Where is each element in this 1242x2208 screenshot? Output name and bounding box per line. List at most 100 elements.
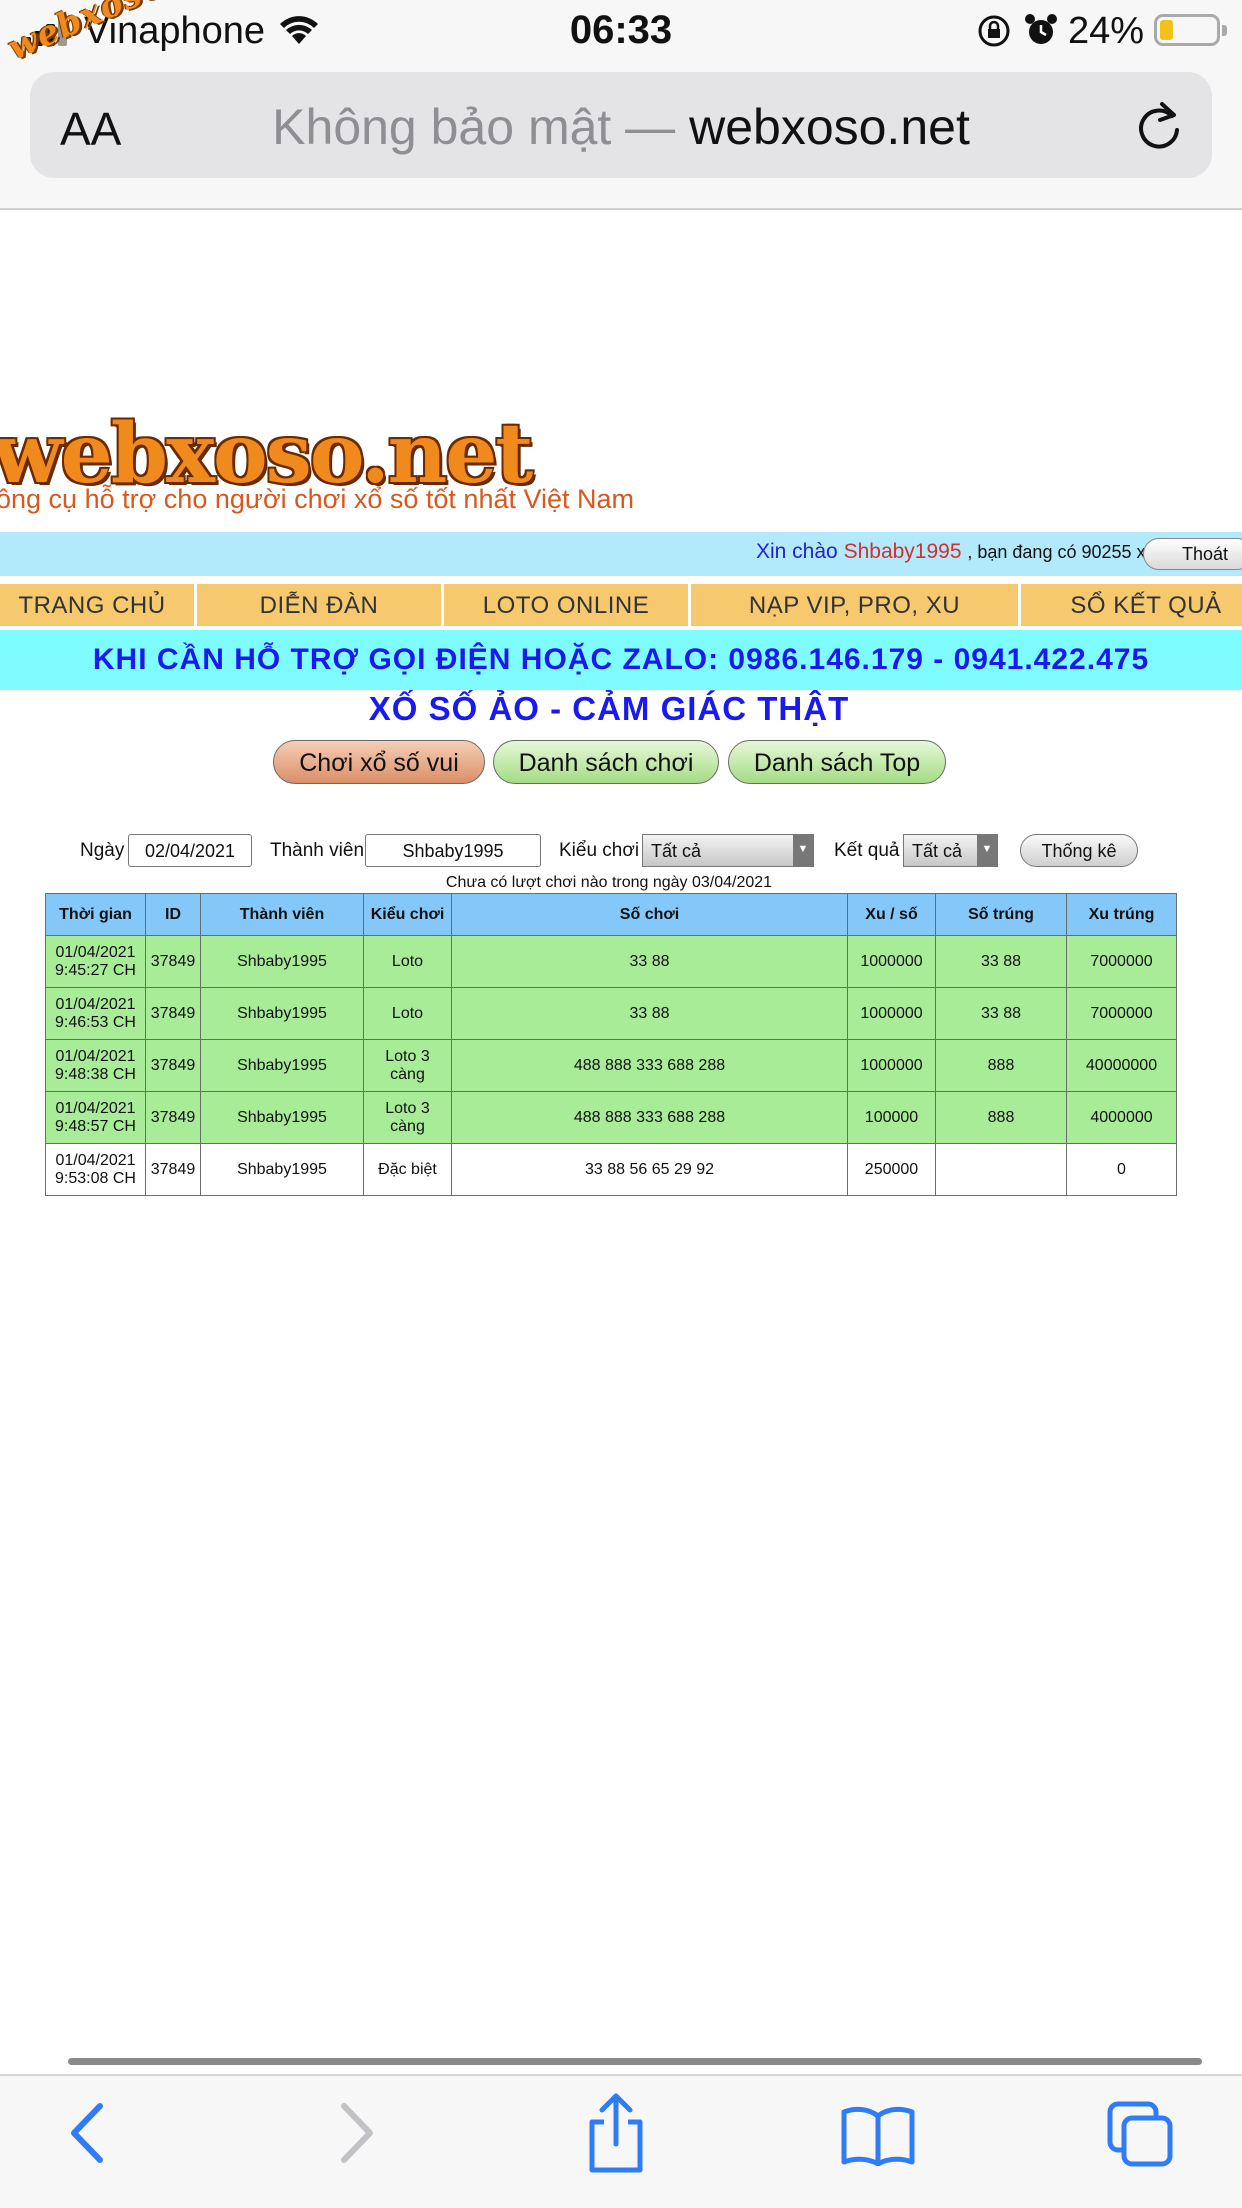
- cell-id: 37849: [145, 987, 201, 1040]
- play-type-value: Tất cả: [651, 841, 702, 861]
- no-plays-notice: Chưa có lượt chơi nào trong ngày 03/04/2…: [445, 874, 773, 891]
- cell-numbers: 488 888 333 688 288: [451, 1039, 848, 1092]
- cell-hits: 33 88: [935, 987, 1067, 1040]
- bookmarks-icon[interactable]: [840, 2104, 916, 2166]
- date-label: Ngày: [80, 840, 125, 861]
- cell-id: 37849: [145, 1039, 201, 1092]
- nav-home[interactable]: TRANG CHỦ: [0, 584, 197, 626]
- cell-type: Loto 3 càng: [363, 1039, 452, 1092]
- cell-id: 37849: [145, 935, 201, 988]
- cell-numbers: 33 88: [451, 987, 848, 1040]
- back-icon[interactable]: [66, 2098, 110, 2168]
- cell-hits: 888: [935, 1039, 1067, 1092]
- table-header-row: Thời gian ID Thành viên Kiểu chơi Số chơ…: [45, 893, 1177, 936]
- table-row: 01/04/2021 9:45:27 CH 37849 Shbaby1995 Lo…: [45, 935, 1177, 988]
- site-tagline: ông cụ hỗ trợ cho người chơi xổ số tốt n…: [0, 484, 635, 514]
- battery-icon: [1154, 14, 1227, 46]
- date-input[interactable]: 02/04/2021: [128, 834, 252, 867]
- table-row: 01/04/2021 9:48:38 CH 37849 Shbaby1995 Lo…: [45, 1039, 1177, 1092]
- dropdown-arrow-icon: ▼: [793, 835, 813, 866]
- nav-forum[interactable]: DIỄN ĐÀN: [197, 584, 444, 626]
- member-label: Thành viên: [270, 840, 365, 861]
- cell-type: Đặc biệt: [363, 1143, 452, 1196]
- logout-button[interactable]: Thoát: [1143, 538, 1242, 570]
- cell-numbers: 488 888 333 688 288: [451, 1091, 848, 1144]
- top-list-button[interactable]: Danh sách Top: [728, 740, 946, 784]
- result-label: Kết quả: [834, 840, 900, 861]
- address-bar[interactable]: AA Không bảo mật — webxoso.net: [30, 72, 1212, 178]
- cell-win: 4000000: [1066, 1091, 1177, 1144]
- cell-member: Shbaby1995: [200, 935, 364, 988]
- nav-vip[interactable]: NẠP VIP, PRO, XU: [691, 584, 1021, 626]
- cell-hits: [935, 1143, 1067, 1196]
- cell-xu: 250000: [847, 1143, 936, 1196]
- cell-id: 37849: [145, 1143, 201, 1196]
- status-bar: Vinaphone 06:33 24%: [0, 0, 1242, 62]
- page-title: XỐ SỐ ẢO - CẢM GIÁC THẬT: [368, 690, 850, 727]
- url-display[interactable]: Không bảo mật — webxoso.net: [30, 98, 1212, 156]
- cell-win: 7000000: [1066, 987, 1177, 1040]
- cell-time: 01/04/2021 9:53:08 CH: [45, 1143, 146, 1196]
- play-type-label: Kiểu chơi: [559, 840, 640, 861]
- cell-id: 37849: [145, 1091, 201, 1144]
- table-row: 01/04/2021 9:53:08 CH 37849 Shbaby1995 Đặ…: [45, 1143, 1177, 1196]
- cell-member: Shbaby1995: [200, 1091, 364, 1144]
- battery-percent: 24%: [1068, 10, 1145, 52]
- rotation-lock-icon: [978, 15, 1010, 47]
- reload-icon[interactable]: [1132, 98, 1186, 154]
- column-header[interactable]: Số trúng: [935, 893, 1067, 936]
- table-row: 01/04/2021 9:46:53 CH 37849 Shbaby1995 Lo…: [45, 987, 1177, 1040]
- cell-type: Loto: [363, 935, 452, 988]
- horizontal-scrollbar[interactable]: [68, 2058, 1202, 2065]
- column-header[interactable]: Xu trúng: [1066, 893, 1177, 936]
- cell-member: Shbaby1995: [200, 987, 364, 1040]
- cell-time: 01/04/2021 9:46:53 CH: [45, 987, 146, 1040]
- member-input[interactable]: Shbaby1995: [365, 834, 541, 867]
- greeting-prefix: Xin chào: [756, 540, 838, 563]
- cell-win: 0: [1066, 1143, 1177, 1196]
- cell-numbers: 33 88 56 65 29 92: [451, 1143, 848, 1196]
- cell-time: 01/04/2021 9:48:38 CH: [45, 1039, 146, 1092]
- cell-time: 01/04/2021 9:48:57 CH: [45, 1091, 146, 1144]
- cell-xu: 1000000: [847, 987, 936, 1040]
- greeting-bar: Xin chào Shbaby1995 , bạn đang có 90255 …: [0, 532, 1242, 576]
- column-header[interactable]: Xu / số: [847, 893, 936, 936]
- cell-member: Shbaby1995: [200, 1143, 364, 1196]
- results-table: Thời gian ID Thành viên Kiểu chơi Số chơ…: [45, 893, 1177, 1196]
- cell-xu: 1000000: [847, 935, 936, 988]
- nav-loto-online[interactable]: LOTO ONLINE: [444, 584, 691, 626]
- security-label: Không bảo mật —: [272, 99, 676, 155]
- cell-type: Loto: [363, 987, 452, 1040]
- column-header[interactable]: Kiểu chơi: [363, 893, 452, 936]
- cell-time: 01/04/2021 9:45:27 CH: [45, 935, 146, 988]
- share-icon[interactable]: [584, 2090, 648, 2174]
- browser-address-area: AA Không bảo mật — webxoso.net: [0, 62, 1242, 210]
- column-header[interactable]: Thời gian: [45, 893, 146, 936]
- cell-member: Shbaby1995: [200, 1039, 364, 1092]
- cell-hits: 888: [935, 1091, 1067, 1144]
- main-nav: TRANG CHỦ DIỄN ĐÀN LOTO ONLINE NẠP VIP, …: [0, 584, 1242, 626]
- column-header[interactable]: Số chơi: [451, 893, 848, 936]
- tabs-icon[interactable]: [1106, 2100, 1176, 2170]
- cell-hits: 33 88: [935, 935, 1067, 988]
- coin-balance: , bạn đang có 90255 xu: [967, 542, 1156, 562]
- cell-win: 40000000: [1066, 1039, 1177, 1092]
- alarm-icon: [1025, 14, 1057, 44]
- column-header[interactable]: ID: [145, 893, 201, 936]
- table-row: 01/04/2021 9:48:57 CH 37849 Shbaby1995 Lo…: [45, 1091, 1177, 1144]
- result-select[interactable]: Tất cả ▼: [903, 834, 998, 867]
- cell-type: Loto 3 càng: [363, 1091, 452, 1144]
- play-lottery-button[interactable]: Chơi xổ số vui: [273, 740, 485, 784]
- url-host: webxoso.net: [689, 99, 970, 155]
- play-list-button[interactable]: Danh sách chơi: [493, 740, 719, 784]
- forward-icon[interactable]: [334, 2098, 378, 2168]
- play-type-select[interactable]: Tất cả ▼: [642, 834, 814, 867]
- column-header[interactable]: Thành viên: [200, 893, 364, 936]
- support-banner: KHI CẦN HỖ TRỢ GỌI ĐIỆN HOẶC ZALO: 0986.…: [0, 630, 1242, 690]
- dropdown-arrow-icon: ▼: [977, 835, 997, 866]
- nav-results-book[interactable]: SỔ KẾT QUẢ: [1021, 584, 1242, 626]
- statistics-button[interactable]: Thống kê: [1020, 834, 1138, 867]
- cell-numbers: 33 88: [451, 935, 848, 988]
- greeting-text: Xin chào Shbaby1995 , bạn đang có 90255 …: [756, 540, 1156, 564]
- cell-xu: 1000000: [847, 1039, 936, 1092]
